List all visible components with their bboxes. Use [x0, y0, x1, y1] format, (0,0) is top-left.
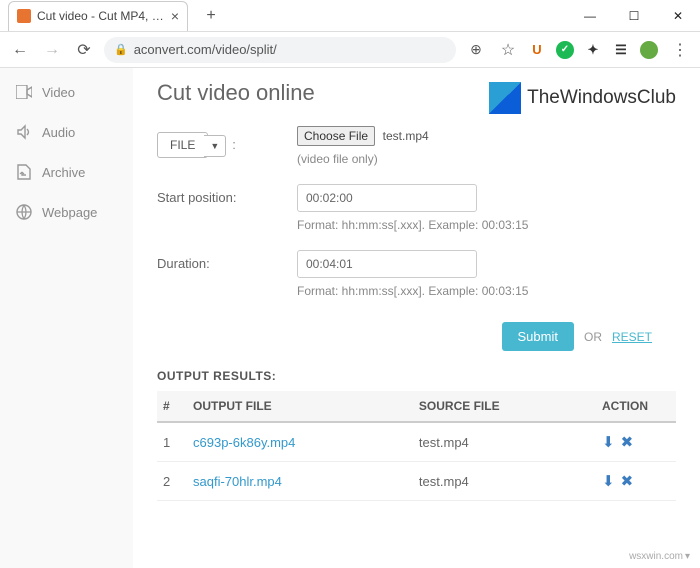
submit-row: Submit OR RESET: [157, 322, 676, 351]
col-num: #: [157, 391, 187, 422]
zoom-icon[interactable]: ⊕: [464, 38, 488, 62]
caret-down-icon: ▼: [210, 141, 219, 151]
start-position-row: Start position: Format: hh:mm:ss[.xxx]. …: [157, 184, 676, 232]
webpage-icon: [16, 204, 32, 220]
start-position-input[interactable]: [297, 184, 477, 212]
address-bar: ← → ⟳ 🔒 aconvert.com/video/split/ ⊕ ☆ U …: [0, 32, 700, 68]
duration-label: Duration:: [157, 250, 297, 298]
tab-title: Cut video - Cut MP4, MOV, WEB: [37, 9, 165, 23]
sidebar-label: Archive: [42, 165, 85, 180]
watermark: wsxwin.com▾: [629, 551, 690, 562]
chevron-down-icon: ▾: [685, 551, 690, 562]
file-hint: (video file only): [297, 152, 676, 166]
start-hint: Format: hh:mm:ss[.xxx]. Example: 00:03:1…: [297, 218, 676, 232]
sidebar-item-audio[interactable]: Audio: [0, 112, 133, 152]
menu-icon[interactable]: ⋮: [668, 38, 692, 62]
video-icon: [16, 84, 32, 100]
extensions-icon[interactable]: ✦: [584, 41, 602, 59]
window-controls: — ☐ ✕: [568, 0, 700, 32]
file-source-button[interactable]: FILE: [157, 132, 208, 158]
sidebar-label: Video: [42, 85, 75, 100]
archive-icon: [16, 164, 32, 180]
page-content: Video Audio Archive Webpage Cut video on…: [0, 68, 700, 568]
browser-tab[interactable]: Cut video - Cut MP4, MOV, WEB ×: [8, 1, 188, 31]
logo-text: TheWindowsClub: [527, 87, 676, 109]
row-num: 1: [157, 422, 187, 462]
file-row: FILE ▼: Choose File test.mp4 (video file…: [157, 126, 676, 166]
new-tab-button[interactable]: +: [198, 3, 224, 29]
url-text: aconvert.com/video/split/: [134, 42, 277, 57]
url-field[interactable]: 🔒 aconvert.com/video/split/: [104, 37, 456, 63]
close-window-button[interactable]: ✕: [656, 0, 700, 32]
col-output: OUTPUT FILE: [187, 391, 413, 422]
or-text: OR: [584, 330, 602, 344]
submit-button[interactable]: Submit: [502, 322, 574, 351]
duration-hint: Format: hh:mm:ss[.xxx]. Example: 00:03:1…: [297, 284, 676, 298]
sidebar-item-webpage[interactable]: Webpage: [0, 192, 133, 232]
lock-icon: 🔒: [114, 43, 128, 56]
audio-icon: [16, 124, 32, 140]
output-file-link[interactable]: saqfi-70hlr.mp4: [193, 474, 282, 489]
colon: :: [232, 137, 236, 152]
delete-icon[interactable]: ✖: [621, 434, 634, 451]
browser-titlebar: Cut video - Cut MP4, MOV, WEB × + — ☐ ✕: [0, 0, 700, 32]
tab-favicon: [17, 9, 31, 23]
sidebar-label: Webpage: [42, 205, 97, 220]
forward-button[interactable]: →: [40, 38, 64, 62]
download-icon[interactable]: ⬇: [602, 434, 615, 451]
sidebar-item-video[interactable]: Video: [0, 72, 133, 112]
site-logo: TheWindowsClub: [489, 82, 676, 114]
reading-list-icon[interactable]: ☰: [612, 41, 630, 59]
extensions: U ✓ ✦ ☰ ⋮: [528, 38, 692, 62]
results-header: OUTPUT RESULTS:: [157, 369, 676, 383]
back-button[interactable]: ←: [8, 38, 32, 62]
sidebar-item-archive[interactable]: Archive: [0, 152, 133, 192]
duration-row: Duration: Format: hh:mm:ss[.xxx]. Exampl…: [157, 250, 676, 298]
main-panel: Cut video online TheWindowsClub FILE ▼: …: [133, 68, 700, 568]
ext-green-icon[interactable]: ✓: [556, 41, 574, 59]
bookmark-icon[interactable]: ☆: [496, 38, 520, 62]
row-num: 2: [157, 462, 187, 501]
reload-button[interactable]: ⟳: [72, 38, 96, 62]
table-row: 1 c693p-6k86y.mp4 test.mp4 ⬇ ✖: [157, 422, 676, 462]
results-table: # OUTPUT FILE SOURCE FILE ACTION 1 c693p-…: [157, 391, 676, 501]
source-file: test.mp4: [413, 422, 596, 462]
file-btn-label: FILE: [170, 138, 195, 152]
close-tab-icon[interactable]: ×: [171, 8, 179, 24]
choose-file-button[interactable]: Choose File: [297, 126, 375, 146]
maximize-button[interactable]: ☐: [612, 0, 656, 32]
minimize-button[interactable]: —: [568, 0, 612, 32]
col-source: SOURCE FILE: [413, 391, 596, 422]
start-label: Start position:: [157, 184, 297, 232]
delete-icon[interactable]: ✖: [621, 473, 634, 490]
duration-input[interactable]: [297, 250, 477, 278]
profile-avatar[interactable]: [640, 41, 658, 59]
sidebar-label: Audio: [42, 125, 75, 140]
source-file: test.mp4: [413, 462, 596, 501]
chosen-filename: test.mp4: [383, 129, 429, 143]
sidebar: Video Audio Archive Webpage: [0, 68, 133, 568]
output-file-link[interactable]: c693p-6k86y.mp4: [193, 435, 295, 450]
col-action: ACTION: [596, 391, 676, 422]
download-icon[interactable]: ⬇: [602, 473, 615, 490]
logo-icon: [489, 82, 521, 114]
ext-ublock-icon[interactable]: U: [528, 41, 546, 59]
table-row: 2 saqfi-70hlr.mp4 test.mp4 ⬇ ✖: [157, 462, 676, 501]
file-source-dropdown[interactable]: ▼: [204, 135, 226, 157]
reset-link[interactable]: RESET: [612, 330, 652, 344]
